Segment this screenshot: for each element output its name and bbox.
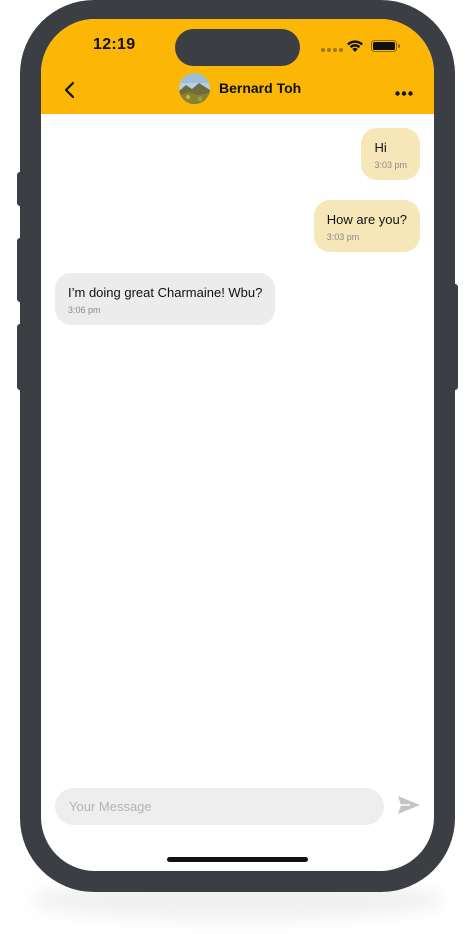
battery-icon [371,40,400,52]
wifi-icon [347,40,363,52]
contact-name[interactable]: Bernard Toh [219,80,301,96]
message-text: I’m doing great Charmaine! Wbu? [68,285,263,300]
phone-screen: 12:19 Bernard Toh Hi 3:03 pm How are you… [41,19,434,871]
message-timestamp: 3:06 pm [68,305,101,315]
message-text: How are you? [326,212,407,227]
back-icon[interactable] [63,81,77,99]
home-indicator[interactable] [167,857,308,862]
cellular-signal-icon [321,48,343,52]
side-button-power [452,284,458,390]
message-text: Hi [374,140,387,155]
message-bubble-sent[interactable]: How are you? 3:03 pm [313,200,420,252]
chat-header: 12:19 Bernard Toh [41,19,434,114]
avatar-landscape-image [179,73,210,104]
side-button-volume-up [17,238,23,302]
avatar[interactable] [179,73,210,104]
message-bubble-received[interactable]: I’m doing great Charmaine! Wbu? 3:06 pm [55,273,276,325]
side-button-volume-down [17,324,23,390]
status-time: 12:19 [93,36,136,53]
send-icon[interactable] [397,795,421,815]
message-input[interactable] [55,788,384,825]
ellipsis-icon[interactable] [395,91,413,96]
message-timestamp: 3:03 pm [326,232,360,242]
side-button-action [17,172,23,206]
dynamic-island [175,29,300,66]
message-bubble-sent[interactable]: Hi 3:03 pm [361,128,420,180]
message-timestamp: 3:03 pm [374,160,407,170]
